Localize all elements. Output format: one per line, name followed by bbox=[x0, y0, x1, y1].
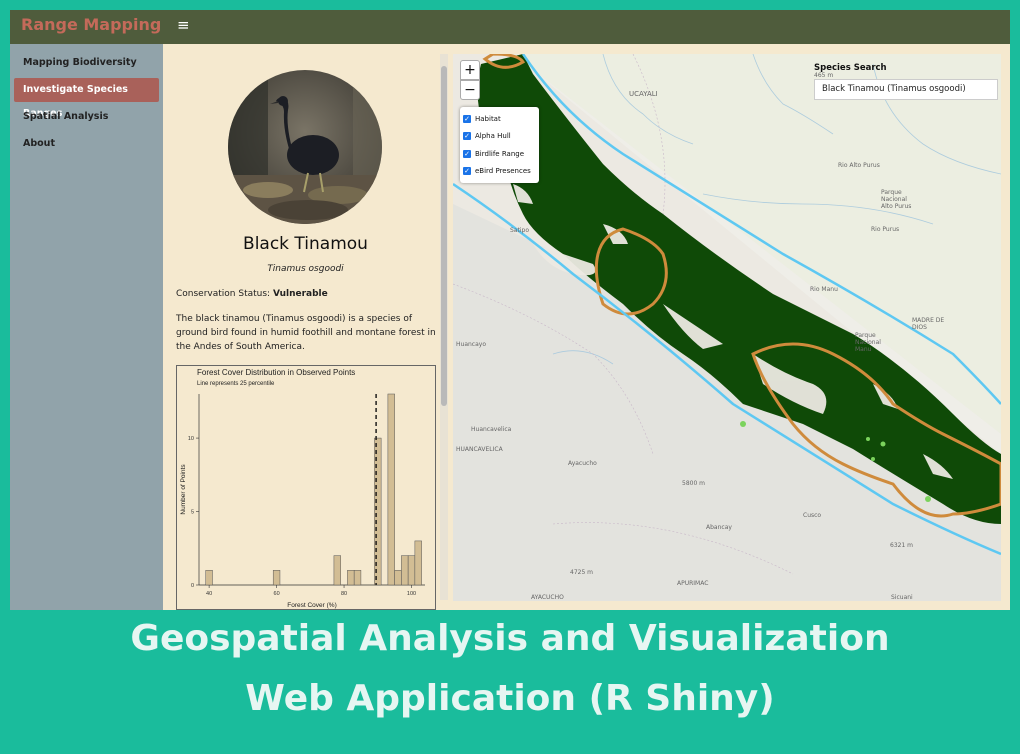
status-label: Conservation Status: bbox=[176, 289, 271, 299]
x-tick-label: 60 bbox=[274, 591, 280, 597]
map-label: 4725 m bbox=[570, 569, 594, 576]
y-tick-label: 0 bbox=[191, 583, 194, 589]
histogram-bar bbox=[407, 555, 416, 586]
map-label: Parque Nacional Alto Purus bbox=[881, 189, 912, 210]
map-label: Ayacucho bbox=[568, 460, 597, 467]
histogram-bar bbox=[333, 555, 341, 586]
forest-cover-histogram: Forest Cover Distribution in Observed Po… bbox=[176, 365, 436, 610]
histogram-bar bbox=[414, 540, 422, 586]
chart-subtitle: Line represents 25 percentile bbox=[197, 381, 275, 387]
checkbox-checked-icon[interactable]: ✓ bbox=[463, 167, 471, 176]
nav-item-investigate-species-ranges[interactable]: Investigate Species Ranges bbox=[14, 78, 159, 119]
top-header: ≡ bbox=[163, 10, 1010, 44]
nav-item-mapping-biodiversity[interactable]: Mapping Biodiversity bbox=[14, 51, 159, 75]
x-tick-label: 40 bbox=[206, 591, 212, 597]
layer-label: Alpha Hull bbox=[475, 132, 511, 141]
histogram-bar bbox=[401, 555, 409, 586]
map-label: UCAYALI bbox=[629, 90, 658, 98]
histogram-bar bbox=[205, 570, 213, 586]
map-label: HUANCAVELICA bbox=[456, 446, 503, 453]
map-label: Rio Purus bbox=[871, 226, 900, 233]
brand-title: Range Mapping bbox=[10, 10, 163, 44]
sidebar: Range Mapping Mapping Biodiversity Inves… bbox=[10, 10, 163, 610]
map-label: Rio Manu bbox=[810, 286, 838, 293]
x-tick-label: 100 bbox=[407, 591, 416, 597]
layer-label: eBird Presences bbox=[475, 167, 531, 176]
histogram-bar bbox=[353, 570, 362, 586]
caption-line-2: Web Application (R Shiny) bbox=[245, 678, 775, 719]
nav-item-about[interactable]: About bbox=[14, 132, 159, 156]
y-axis-label: Number of Points bbox=[180, 464, 187, 515]
map-label: APURIMAC bbox=[677, 580, 709, 587]
status-value: Vulnerable bbox=[272, 289, 328, 299]
x-axis-label: Forest Cover (%) bbox=[287, 602, 336, 609]
shiny-app: Range Mapping Mapping Biodiversity Inves… bbox=[10, 10, 1010, 610]
map-label: 6321 m bbox=[890, 542, 914, 549]
checkbox-checked-icon[interactable]: ✓ bbox=[463, 149, 471, 158]
bird-photo bbox=[228, 70, 382, 224]
map-label: Parque Nacional Manu bbox=[855, 332, 881, 353]
panel-scroll-thumb[interactable] bbox=[441, 66, 447, 406]
histogram-bar bbox=[347, 570, 355, 586]
map-label: Huancavelica bbox=[471, 426, 512, 433]
chart-title: Forest Cover Distribution in Observed Po… bbox=[197, 368, 355, 377]
map-label: Huancayo bbox=[456, 341, 486, 348]
conservation-status: Conservation Status: Vulnerable bbox=[176, 289, 328, 299]
range-map[interactable]: UCAYALI Satipo Huancayo Huancavelica HUA… bbox=[453, 54, 1001, 601]
nav-item-spatial-analysis[interactable]: Spatial Analysis bbox=[14, 105, 159, 129]
layer-alpha-hull[interactable]: ✓ Alpha Hull bbox=[463, 128, 536, 146]
layer-control: ✓ Habitat ✓ Alpha Hull ✓ Birdlife Range ✓ eB… bbox=[460, 107, 539, 183]
layer-label: Habitat bbox=[475, 114, 501, 123]
map-label: Sicuani bbox=[891, 594, 913, 601]
caption-line-1: Geospatial Analysis and Visualization bbox=[130, 618, 890, 659]
layer-birdlife-range[interactable]: ✓ Birdlife Range bbox=[463, 145, 536, 163]
zoom-in-button[interactable]: + bbox=[460, 60, 480, 80]
checkbox-checked-icon[interactable]: ✓ bbox=[463, 114, 471, 123]
species-description: The black tinamou (Tinamus osgoodi) is a… bbox=[176, 314, 436, 352]
histogram-bar bbox=[394, 570, 402, 586]
species-search-label: Species Search bbox=[814, 63, 887, 73]
map-label: Satipo bbox=[510, 227, 529, 234]
map-label: AYACUCHO bbox=[531, 594, 564, 601]
histogram-bar bbox=[387, 393, 395, 586]
layer-ebird-presences[interactable]: ✓ eBird Presences bbox=[463, 163, 536, 181]
map-label: Rio Alto Purus bbox=[838, 162, 880, 169]
x-tick-label: 80 bbox=[341, 591, 347, 597]
species-panel: Black Tinamou Tinamus osgoodi Conservati… bbox=[163, 44, 448, 610]
species-common-name: Black Tinamou bbox=[243, 234, 368, 254]
y-tick-label: 5 bbox=[191, 510, 194, 516]
species-scientific-name: Tinamus osgoodi bbox=[267, 264, 344, 274]
map-label: 5800 m bbox=[682, 480, 706, 487]
y-tick-label: 10 bbox=[188, 436, 194, 442]
hamburger-icon[interactable]: ≡ bbox=[177, 16, 190, 34]
map-label: Cusco bbox=[803, 512, 822, 519]
map-label: Abancay bbox=[706, 524, 732, 531]
zoom-out-button[interactable]: − bbox=[460, 80, 480, 100]
map-label: 465 m bbox=[814, 72, 834, 79]
histogram-bar bbox=[272, 570, 281, 586]
layer-habitat[interactable]: ✓ Habitat bbox=[463, 110, 536, 128]
map-label: MADRE DE DIOS bbox=[912, 317, 945, 331]
layer-label: Birdlife Range bbox=[475, 149, 525, 158]
checkbox-checked-icon[interactable]: ✓ bbox=[463, 132, 471, 141]
species-search-input[interactable]: Black Tinamou (Tinamus osgoodi) bbox=[814, 79, 998, 100]
